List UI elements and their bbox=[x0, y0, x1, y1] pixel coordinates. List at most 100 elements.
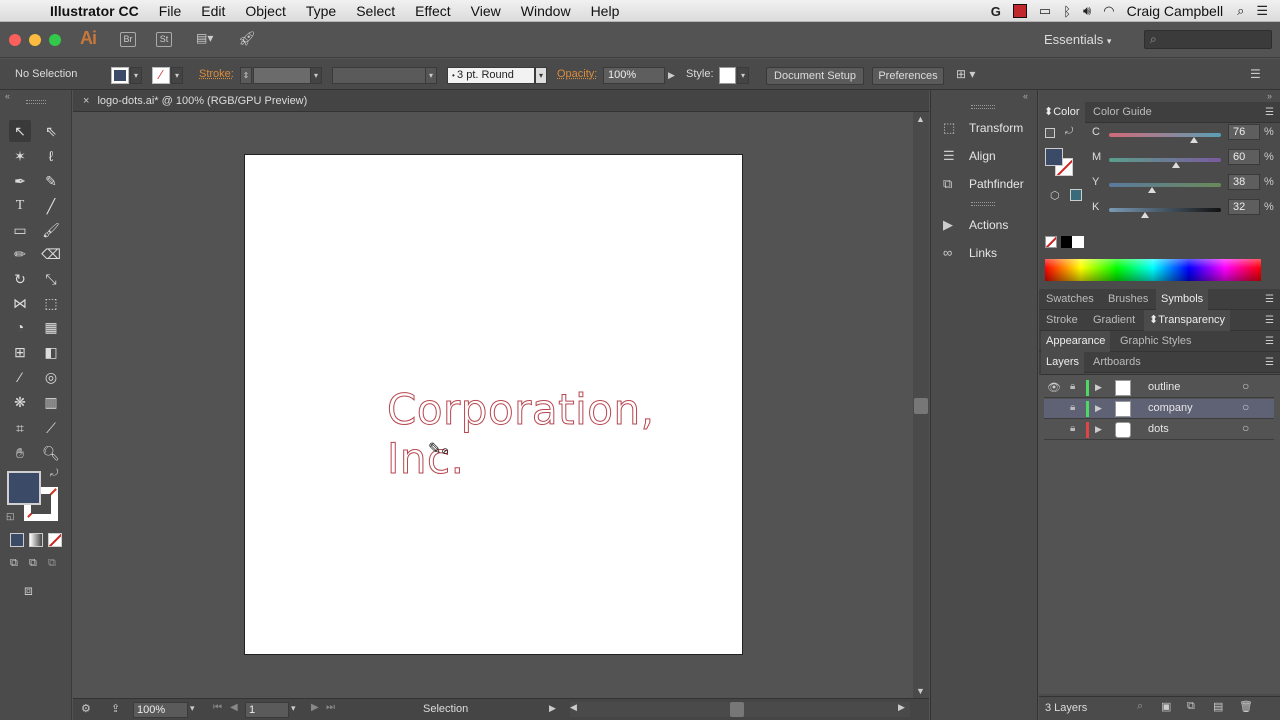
slice-tool-icon[interactable]: ⟋ bbox=[40, 417, 62, 439]
paintbrush-tool-icon[interactable]: 🖌︎ bbox=[40, 219, 62, 241]
eyedropper-tool-icon[interactable]: ⁄ bbox=[9, 366, 31, 388]
gpu-performance-icon[interactable]: 🚀︎ bbox=[238, 30, 256, 47]
help-search-input[interactable]: ⌕ bbox=[1144, 30, 1272, 49]
scroll-left-icon[interactable]: ◀ bbox=[570, 702, 577, 713]
blend-tool-icon[interactable]: ◎ bbox=[40, 366, 62, 388]
layer-row-company[interactable]: 🔒︎ ▶ company ○ bbox=[1044, 399, 1274, 419]
lock-icon[interactable]: 🔒︎ bbox=[1070, 423, 1075, 434]
menu-file[interactable]: File bbox=[159, 3, 182, 19]
white-swatch[interactable] bbox=[1072, 236, 1084, 248]
canvas-area[interactable]: Corporation, Inc. ✎⊘ bbox=[73, 112, 913, 698]
zoom-window-button[interactable] bbox=[49, 34, 61, 46]
color-mode-icon[interactable] bbox=[10, 533, 24, 547]
magic-wand-tool-icon[interactable]: ✶ bbox=[9, 145, 31, 167]
share-icon[interactable]: ⇪ bbox=[111, 702, 120, 715]
style-dropdown-icon[interactable]: ▾ bbox=[737, 67, 749, 84]
menu-select[interactable]: Select bbox=[356, 3, 395, 19]
pencil-tool-icon[interactable]: ✏ bbox=[9, 243, 31, 265]
tab-transparency[interactable]: ⬍Transparency bbox=[1144, 310, 1231, 331]
tab-artboards[interactable]: Artboards bbox=[1093, 352, 1141, 373]
tab-graphic-styles[interactable]: Graphic Styles bbox=[1120, 331, 1192, 352]
opacity-input[interactable]: 100% bbox=[603, 67, 665, 84]
menu-object[interactable]: Object bbox=[245, 3, 285, 19]
gradient-mode-icon[interactable] bbox=[29, 533, 43, 547]
rotate-tool-icon[interactable]: ↻ bbox=[9, 268, 31, 290]
zoom-level-input[interactable]: 100% bbox=[133, 702, 188, 718]
minimize-window-button[interactable] bbox=[29, 34, 41, 46]
artboard-number-input[interactable]: 1 bbox=[245, 702, 289, 718]
tab-stroke[interactable]: Stroke bbox=[1046, 310, 1078, 331]
close-window-button[interactable] bbox=[9, 34, 21, 46]
spotlight-search-icon[interactable]: ⌕ bbox=[1237, 3, 1244, 19]
type-tool-icon[interactable]: T bbox=[9, 195, 31, 217]
artboard-tool-icon[interactable]: ⌗ bbox=[9, 417, 31, 439]
locate-object-icon[interactable]: ⌕ bbox=[1137, 700, 1143, 713]
perspective-grid-tool-icon[interactable]: ▦ bbox=[40, 316, 62, 338]
menu-help[interactable]: Help bbox=[591, 3, 620, 19]
layer-row-dots[interactable]: 🔒︎ ▶ dots ○ bbox=[1044, 420, 1274, 440]
gpu-status-icon[interactable]: ⚙ bbox=[81, 702, 91, 715]
scroll-right-icon[interactable]: ▶ bbox=[898, 702, 905, 713]
out-of-gamut-icon[interactable]: ⬡ bbox=[1050, 189, 1060, 202]
app-menu[interactable]: Illustrator CC bbox=[50, 3, 139, 19]
draw-normal-icon[interactable]: ⧉ bbox=[10, 557, 18, 570]
menu-effect[interactable]: Effect bbox=[415, 3, 451, 19]
gradient-tool-icon[interactable]: ◧ bbox=[40, 341, 62, 363]
document-setup-button[interactable]: Document Setup bbox=[766, 67, 864, 85]
symbol-sprayer-tool-icon[interactable]: ❋ bbox=[9, 391, 31, 413]
horizontal-scroll-thumb[interactable] bbox=[730, 702, 744, 717]
channel-value-c[interactable]: 76 bbox=[1228, 124, 1260, 140]
workspace-switcher[interactable]: Essentials ▾ bbox=[1044, 32, 1111, 47]
width-tool-icon[interactable]: ⋈ bbox=[9, 292, 31, 314]
stroke-label[interactable]: Stroke: bbox=[199, 59, 234, 90]
panels-collapse-icon[interactable]: » bbox=[1267, 91, 1272, 101]
appearance-panel-menu-icon[interactable]: ☰ bbox=[1265, 331, 1274, 352]
draw-inside-icon[interactable]: ⧉ bbox=[48, 557, 56, 570]
color-fill-swatch[interactable] bbox=[1045, 148, 1063, 166]
mini-swap-icon[interactable]: ⤾ bbox=[1065, 126, 1073, 137]
mesh-tool-icon[interactable]: ⊞ bbox=[9, 341, 31, 363]
mini-fill-icon[interactable] bbox=[1045, 128, 1055, 138]
user-name[interactable]: Craig Campbell bbox=[1127, 3, 1223, 19]
swatches-panel-menu-icon[interactable]: ☰ bbox=[1265, 289, 1274, 310]
direct-selection-tool-icon[interactable]: ⇖ bbox=[40, 120, 62, 142]
web-safe-swatch[interactable] bbox=[1070, 189, 1082, 201]
scale-tool-icon[interactable]: ⤡ bbox=[40, 268, 62, 290]
variable-width-profile[interactable] bbox=[332, 67, 428, 84]
zoom-tool-icon[interactable]: 🔍︎ bbox=[40, 442, 62, 464]
tab-color-guide[interactable]: Color Guide bbox=[1093, 102, 1152, 123]
close-tab-icon[interactable]: × bbox=[83, 95, 89, 107]
tab-brushes[interactable]: Brushes bbox=[1108, 289, 1148, 310]
lock-icon[interactable]: 🔒︎ bbox=[1070, 381, 1075, 392]
control-bar-menu-icon[interactable]: ☰ bbox=[1250, 67, 1261, 81]
line-segment-tool-icon[interactable]: ╱ bbox=[40, 195, 62, 217]
dock-item-transform[interactable]: ⬚ Transform bbox=[931, 115, 1037, 141]
record-icon[interactable] bbox=[1012, 4, 1027, 18]
none-mode-icon[interactable] bbox=[48, 533, 62, 547]
notification-list-icon[interactable]: ☰ bbox=[1256, 3, 1268, 19]
first-artboard-icon[interactable]: ⏮ bbox=[213, 702, 222, 713]
delete-layer-icon[interactable]: 🗑︎ bbox=[1239, 700, 1253, 713]
hand-tool-icon[interactable]: ✋︎ bbox=[9, 442, 31, 464]
none-swatch[interactable] bbox=[1045, 236, 1057, 248]
tab-gradient[interactable]: Gradient bbox=[1093, 310, 1135, 331]
channel-value-m[interactable]: 60 bbox=[1228, 149, 1260, 165]
stock-button[interactable]: St bbox=[156, 32, 172, 47]
artboard[interactable]: Corporation, Inc. ✎⊘ bbox=[244, 154, 743, 655]
expand-arrow-icon[interactable]: ▶ bbox=[1095, 382, 1102, 393]
scroll-thumb[interactable] bbox=[914, 398, 928, 414]
fill-swatch[interactable] bbox=[111, 67, 129, 84]
logo-text[interactable]: Corporation, Inc. bbox=[387, 385, 742, 484]
channel-value-k[interactable]: 32 bbox=[1228, 199, 1260, 215]
clipping-mask-icon[interactable]: ▣ bbox=[1161, 700, 1171, 713]
dock-item-align[interactable]: ☰ Align bbox=[931, 143, 1037, 169]
dock-item-actions[interactable]: ▶ Actions bbox=[931, 212, 1037, 238]
brush-definition[interactable]: • 3 pt. Round bbox=[447, 67, 535, 84]
expand-arrow-icon[interactable]: ▶ bbox=[1095, 403, 1102, 414]
scroll-down-icon[interactable]: ▼ bbox=[916, 686, 925, 696]
default-fill-stroke-icon[interactable]: ◱ bbox=[6, 511, 15, 522]
stroke-dropdown-icon[interactable]: ▾ bbox=[171, 67, 183, 84]
tools-collapse-icon[interactable]: « bbox=[5, 91, 10, 101]
opacity-label[interactable]: Opacity: bbox=[557, 59, 597, 90]
menu-view[interactable]: View bbox=[471, 3, 501, 19]
